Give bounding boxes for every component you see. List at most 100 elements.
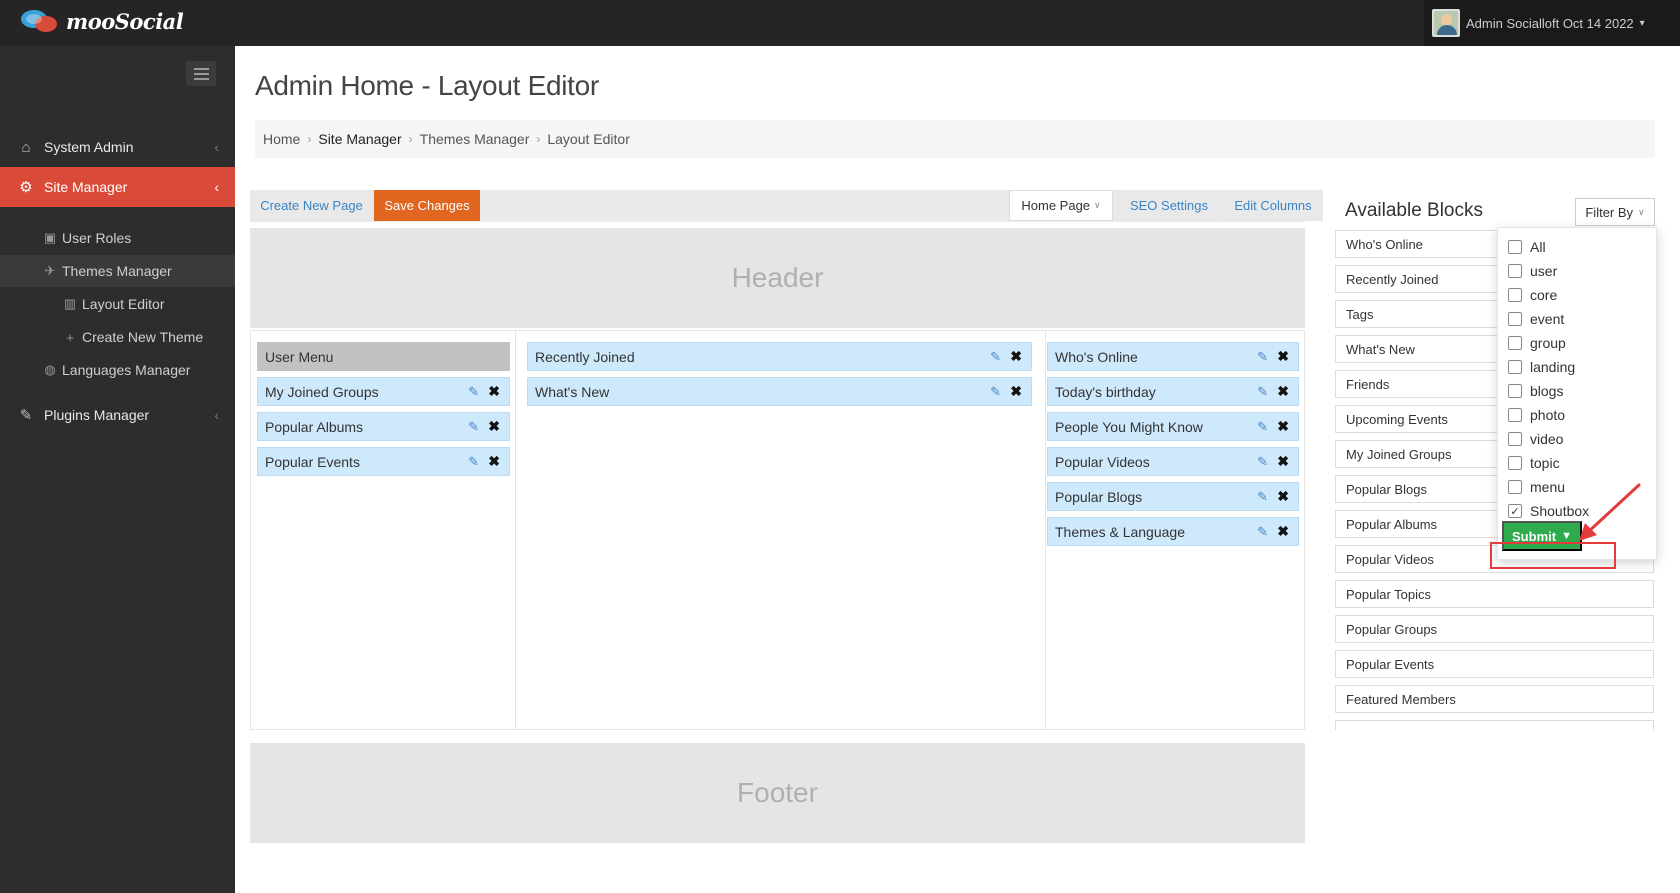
sidebar-item-system-admin[interactable]: ⌂ System Admin ‹ <box>0 127 235 167</box>
layout-block-user-menu[interactable]: User Menu <box>257 342 510 371</box>
checkbox[interactable] <box>1508 408 1522 422</box>
pencil-icon[interactable]: ✎ <box>990 349 1001 365</box>
close-icon[interactable]: ✖ <box>1277 453 1289 470</box>
filter-option-group[interactable]: group <box>1508 333 1566 353</box>
checkbox[interactable] <box>1508 264 1522 278</box>
user-menu[interactable]: Admin Socialloft Oct 14 2022 ▾ <box>1424 0 1680 46</box>
layout-block[interactable]: Popular Videos ✎ ✖ <box>1047 447 1299 476</box>
filter-option-label: blogs <box>1530 383 1564 399</box>
layout-block[interactable]: My Joined Groups ✎ ✖ <box>257 377 510 406</box>
layout-block[interactable]: Themes & Language ✎ ✖ <box>1047 517 1299 546</box>
close-icon[interactable]: ✖ <box>1277 523 1289 540</box>
filter-option-topic[interactable]: topic <box>1508 453 1560 473</box>
edit-columns-button[interactable]: Edit Columns <box>1223 190 1323 221</box>
sidebar-subitem-label: User Roles <box>62 230 132 246</box>
pencil-icon[interactable]: ✎ <box>990 384 1001 400</box>
filter-option-menu[interactable]: menu <box>1508 477 1565 497</box>
pencil-icon[interactable]: ✎ <box>468 419 479 435</box>
available-block-item[interactable]: Popular Topics <box>1335 580 1654 608</box>
chevron-down-icon: ∨ <box>1638 206 1645 217</box>
layout-block[interactable]: Recently Joined ✎ ✖ <box>527 342 1032 371</box>
main-content: Admin Home - Layout Editor Home › Site M… <box>235 46 1680 893</box>
pencil-icon[interactable]: ✎ <box>1257 454 1268 470</box>
close-icon[interactable]: ✖ <box>1010 348 1022 365</box>
available-block-item[interactable]: Popular Events <box>1335 650 1654 678</box>
available-block-item[interactable] <box>1335 720 1654 730</box>
close-icon[interactable]: ✖ <box>1277 348 1289 365</box>
sidebar-subitem-create-new-theme[interactable]: + Create New Theme <box>0 321 235 353</box>
filter-by-button[interactable]: Filter By ∨ <box>1575 198 1655 226</box>
layout-block[interactable]: Popular Albums ✎ ✖ <box>257 412 510 441</box>
filter-option-label: landing <box>1530 359 1576 375</box>
sidebar-subitem-languages-manager[interactable]: ◍ Languages Manager <box>0 354 235 386</box>
save-changes-button[interactable]: Save Changes <box>374 190 480 221</box>
logo[interactable]: mooSocial <box>20 8 184 34</box>
layout-block[interactable]: Who's Online ✎ ✖ <box>1047 342 1299 371</box>
close-icon[interactable]: ✖ <box>1277 488 1289 505</box>
filter-option-label: topic <box>1530 455 1560 471</box>
sidebar-subitem-themes-manager[interactable]: ✈ Themes Manager <box>0 255 235 287</box>
checkbox[interactable] <box>1508 336 1522 350</box>
close-icon[interactable]: ✖ <box>488 453 500 470</box>
filter-option-event[interactable]: event <box>1508 309 1564 329</box>
checkbox[interactable] <box>1508 288 1522 302</box>
sidebar-item-plugins-manager[interactable]: ✎ Plugins Manager ‹ <box>0 395 235 435</box>
filter-option-blogs[interactable]: blogs <box>1508 381 1563 401</box>
page-select-dropdown[interactable]: Home Page ∨ <box>1009 190 1113 221</box>
filter-option-user[interactable]: user <box>1508 261 1557 281</box>
create-new-page-button[interactable]: Create New Page <box>250 190 373 221</box>
close-icon[interactable]: ✖ <box>1277 418 1289 435</box>
checkbox[interactable] <box>1508 240 1522 254</box>
sidebar-subitem-layout-editor[interactable]: ▥ Layout Editor <box>0 288 235 320</box>
filter-option-core[interactable]: core <box>1508 285 1557 305</box>
pencil-icon[interactable]: ✎ <box>468 454 479 470</box>
pencil-icon[interactable]: ✎ <box>468 384 479 400</box>
sidebar-subitem-label: Themes Manager <box>62 263 172 279</box>
checkbox[interactable] <box>1508 480 1522 494</box>
layout-block[interactable]: People You Might Know ✎ ✖ <box>1047 412 1299 441</box>
checkbox[interactable] <box>1508 456 1522 470</box>
pencil-icon[interactable]: ✎ <box>1257 419 1268 435</box>
close-icon[interactable]: ✖ <box>488 418 500 435</box>
globe-icon: ◍ <box>44 362 56 377</box>
checkbox-checked[interactable]: ✓ <box>1508 504 1522 518</box>
layout-block[interactable]: What's New ✎ ✖ <box>527 377 1032 406</box>
sidebar-subitem-user-roles[interactable]: ▣ User Roles <box>0 222 235 254</box>
close-icon[interactable]: ✖ <box>1277 383 1289 400</box>
user-name: Admin Socialloft Oct 14 2022 <box>1466 15 1634 31</box>
menu-toggle-button[interactable] <box>186 61 216 86</box>
sidebar-subitem-label: Create New Theme <box>82 329 204 345</box>
breadcrumb-home[interactable]: Home <box>263 131 300 147</box>
block-label: Featured Members <box>1346 691 1456 707</box>
checkbox[interactable] <box>1508 384 1522 398</box>
pencil-icon[interactable]: ✎ <box>1257 489 1268 505</box>
available-block-item[interactable]: Featured Members <box>1335 685 1654 713</box>
layout-block[interactable]: Popular Events ✎ ✖ <box>257 447 510 476</box>
breadcrumb-themes-manager[interactable]: Themes Manager <box>420 131 530 147</box>
checkbox[interactable] <box>1508 432 1522 446</box>
sidebar-subitem-label: Layout Editor <box>82 296 165 312</box>
checkbox[interactable] <box>1508 360 1522 374</box>
column-divider <box>515 331 516 729</box>
pencil-icon[interactable]: ✎ <box>1257 384 1268 400</box>
pencil-icon[interactable]: ✎ <box>1257 524 1268 540</box>
block-label: Popular Albums <box>1346 516 1438 532</box>
pencil-icon[interactable]: ✎ <box>1257 349 1268 365</box>
seo-settings-button[interactable]: SEO Settings <box>1118 190 1220 221</box>
available-block-item[interactable]: Popular Groups <box>1335 615 1654 643</box>
chevron-right-icon: › <box>307 132 312 146</box>
close-icon[interactable]: ✖ <box>1010 383 1022 400</box>
checkbox[interactable] <box>1508 312 1522 326</box>
layout-columns: User Menu My Joined Groups ✎ ✖ Popular Al… <box>250 330 1305 730</box>
filter-option-video[interactable]: video <box>1508 429 1563 449</box>
filter-option-all[interactable]: All <box>1508 237 1546 257</box>
breadcrumb-site-manager[interactable]: Site Manager <box>318 131 401 147</box>
sidebar-item-site-manager[interactable]: ⚙ Site Manager ‹ <box>0 167 235 207</box>
layout-block[interactable]: Popular Blogs ✎ ✖ <box>1047 482 1299 511</box>
filter-option-label: core <box>1530 287 1558 303</box>
filter-option-landing[interactable]: landing <box>1508 357 1575 377</box>
filter-option-photo[interactable]: photo <box>1508 405 1565 425</box>
close-icon[interactable]: ✖ <box>488 383 500 400</box>
layout-block[interactable]: Today's birthday ✎ ✖ <box>1047 377 1299 406</box>
block-label: Popular Groups <box>1346 621 1438 637</box>
